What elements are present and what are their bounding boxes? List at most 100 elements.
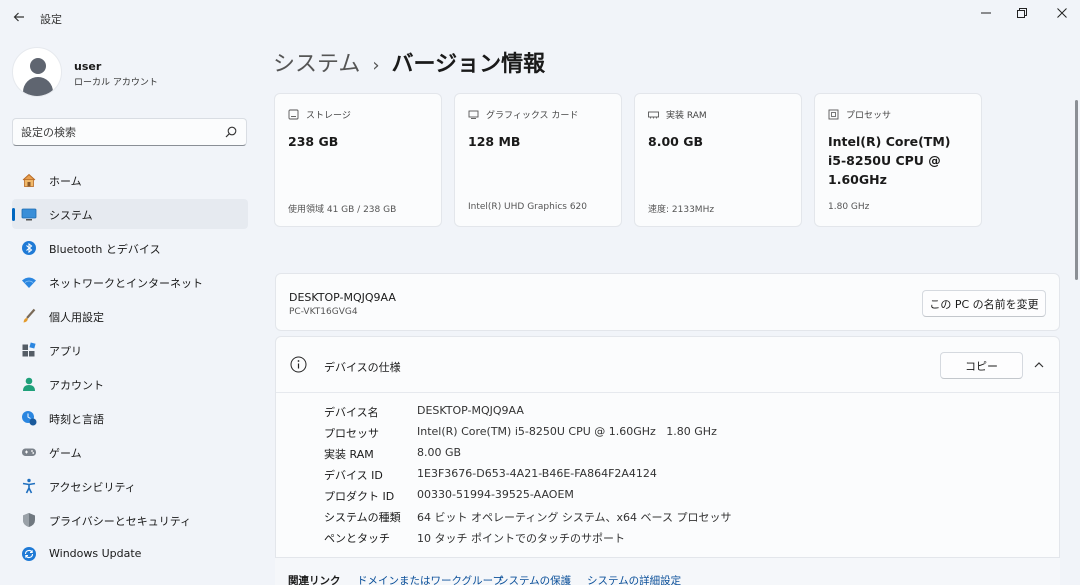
avatar[interactable] [12,47,62,97]
sidebar-item-label: システム [49,209,93,222]
link-system-protection[interactable]: システムの保護 [498,573,571,585]
spec-value: 10 タッチ ポイントでのタッチのサポート [417,532,625,545]
spec-value: 1E3F3676-D653-4A21-B46E-FA864F2A4124 [417,467,657,480]
card-detail: 1.80 GHz [828,202,870,212]
sidebar-item-bluetooth[interactable]: Bluetooth とデバイス [12,233,248,263]
app-title: 設定 [40,13,62,26]
title-bar: 設定 [0,0,1080,36]
back-button[interactable] [8,6,30,28]
breadcrumb-parent[interactable]: システム [273,52,360,77]
spec-row: システムの種類 64 ビット オペレーティング システム、x64 ベース プロセ… [324,509,1024,527]
accessibility-icon [22,478,36,494]
related-links-title: 関連リンク [288,575,341,585]
sidebar-item-label: ゲーム [49,447,82,460]
spec-value: 00330-51994-39525-AAOEM [417,488,574,501]
sidebar-item-accounts[interactable]: アカウント [12,369,248,399]
search-box[interactable] [12,118,247,146]
graphics-card: グラフィックス カード 128 MB Intel(R) UHD Graphics… [454,93,622,227]
spec-value: DESKTOP-MQJQ9AA [417,404,524,417]
sidebar-item-label: アプリ [49,345,82,358]
card-value: 8.00 GB [648,134,703,149]
spec-key: デバイス ID [324,469,383,482]
card-value: 128 MB [468,134,521,149]
account-icon [23,377,35,391]
storage-card: ストレージ 238 GB 使用領域 41 GB / 238 GB [274,93,442,227]
rename-pc-button[interactable]: この PC の名前を変更 [922,290,1046,317]
card-detail: 使用領域 41 GB / 238 GB [288,205,397,215]
network-icon [22,277,36,288]
spec-key: プロセッサ [324,427,379,440]
sidebar-item-network[interactable]: ネットワークとインターネット [12,267,248,297]
sidebar-item-privacy[interactable]: プライバシーとセキュリティ [12,505,248,535]
shield-icon [23,513,35,527]
card-label: グラフィックス カード [486,111,579,121]
card-label: ストレージ [306,111,351,121]
card-detail: Intel(R) UHD Graphics 620 [468,202,587,212]
sidebar-item-label: Windows Update [49,547,142,560]
restore-icon [1017,8,1027,18]
sidebar-item-windows-update[interactable]: Windows Update [12,539,248,569]
spec-key: プロダクト ID [324,490,395,503]
sidebar-item-label: ネットワークとインターネット [49,277,203,290]
update-icon [22,547,36,561]
spec-key: デバイス名 [324,406,379,419]
link-advanced-system-settings[interactable]: システムの詳細設定 [587,573,681,585]
sidebar-item-time-language[interactable]: 時刻と言語 [12,403,248,433]
sidebar-item-accessibility[interactable]: アクセシビリティ [12,471,248,501]
pc-name-panel: DESKTOP-MQJQ9AA PC-VKT16GVG4 この PC の名前を変… [275,273,1060,331]
ram-card: 実装 RAM 8.00 GB 速度: 2133MHz [634,93,802,227]
user-name: user [74,60,102,73]
maximize-button[interactable] [1008,4,1036,22]
sidebar-item-apps[interactable]: アプリ [12,335,248,365]
spec-value: 64 ビット オペレーティング システム、x64 ベース プロセッサ [417,511,732,524]
bluetooth-icon [22,241,36,255]
spec-row: プロセッサ Intel(R) Core(TM) i5-8250U CPU @ 1… [324,425,1024,443]
card-value: 238 GB [288,134,339,149]
sidebar-item-label: アカウント [49,379,104,392]
device-spec-panel: デバイスの仕様 コピー デバイス名 DESKTOP-MQJQ9AA プロセッサ … [275,336,1060,585]
sidebar-item-system[interactable]: システム [12,199,248,229]
close-icon [1057,8,1067,18]
sidebar-item-gaming[interactable]: ゲーム [12,437,248,467]
pc-model: PC-VKT16GVG4 [289,307,358,317]
sidebar-item-personalization[interactable]: 個人用設定 [12,301,248,331]
device-spec-title: デバイスの仕様 [324,361,401,374]
copy-button[interactable]: コピー [940,352,1023,379]
spec-value: Intel(R) Core(TM) i5-8250U CPU @ 1.60GHz… [417,425,717,438]
sidebar-item-label: Bluetooth とデバイス [49,243,161,256]
selection-indicator [12,208,15,221]
home-icon [22,173,36,187]
spec-row: デバイス名 DESKTOP-MQJQ9AA [324,404,1024,422]
info-icon [290,356,307,373]
page-title: バージョン情報 [391,52,546,77]
chevron-up-icon[interactable] [1033,359,1045,371]
spec-key: 実装 RAM [324,448,374,461]
link-domain-workgroup[interactable]: ドメインまたはワークグループ [357,573,503,585]
breadcrumb: システム › バージョン情報 [273,46,545,78]
processor-icon [828,109,839,120]
apps-icon [22,342,36,357]
graphics-card-icon [468,110,479,119]
minimize-button[interactable] [972,4,1000,22]
sidebar-item-label: 個人用設定 [49,311,104,324]
device-spec-header[interactable]: デバイスの仕様 コピー [276,337,1059,393]
card-detail: 速度: 2133MHz [648,205,715,215]
back-arrow-icon [13,12,24,22]
sidebar-item-label: 時刻と言語 [49,413,104,426]
sidebar-item-label: ホーム [49,175,82,188]
processor-card: プロセッサ Intel(R) Core(TM) i5-8250U CPU @ 1… [814,93,982,227]
avatar-body [23,77,53,96]
scrollbar[interactable] [1075,100,1078,280]
spec-key: システムの種類 [324,511,401,524]
brush-icon [23,308,36,323]
close-button[interactable] [1048,4,1076,22]
gamepad-icon [22,448,36,456]
ram-icon [648,111,659,119]
card-label: 実装 RAM [666,111,707,121]
search-input[interactable] [21,124,211,141]
avatar-head [30,58,46,74]
card-label: プロセッサ [846,111,892,121]
system-icon [21,208,37,221]
spec-value: 8.00 GB [417,446,462,459]
sidebar-item-home[interactable]: ホーム [12,165,248,195]
